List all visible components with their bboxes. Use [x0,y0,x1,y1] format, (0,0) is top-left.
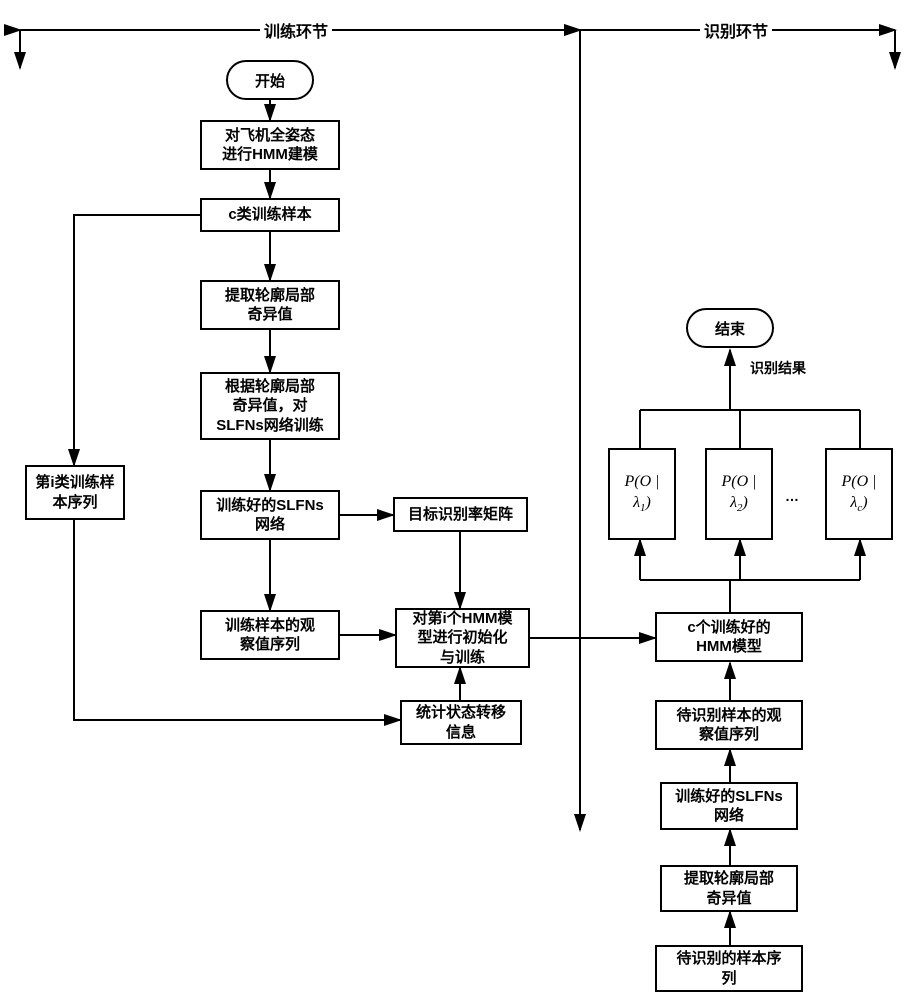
trained-slfns2-box: 训练好的SLFNs网络 [660,782,798,830]
result-label: 识别结果 [750,358,806,378]
test-seq-box: 待识别的样本序列 [655,945,803,992]
test-obs-seq-box: 待识别样本的观察值序列 [655,700,803,750]
train-slfns-box: 根据轮廓局部奇异值，对SLFNs网络训练 [200,372,340,440]
prob2-text: P(O | λ2) [713,472,765,515]
train-slfns-text: 根据轮廓局部奇异值，对SLFNs网络训练 [216,377,324,436]
probc-text: P(O | λc) [833,472,885,515]
end-label: 结束 [715,318,745,339]
class-i-seq-box: 第i类训练样本序列 [25,465,125,520]
extract-sv-box: 提取轮廓局部奇异值 [200,280,340,330]
start-label: 开始 [255,70,285,91]
test-obs-seq-text: 待识别样本的观察值序列 [676,706,781,745]
hmm-model-text: 对飞机全姿态进行HMM建模 [222,126,318,165]
state-trans-box: 统计状态转移信息 [400,700,522,745]
c-samples-text: c类训练样本 [228,205,311,225]
init-train-hmm-text: 对第i个HMM模型进行初始化与训练 [413,609,513,668]
init-train-hmm-box: 对第i个HMM模型进行初始化与训练 [395,608,530,668]
c-samples-box: c类训练样本 [200,198,340,232]
trained-slfns-box: 训练好的SLFNs网络 [200,490,340,540]
prob1-text: P(O | λ1) [616,472,668,515]
recog-matrix-text: 目标识别率矩阵 [408,505,513,525]
section-label-training: 训练环节 [260,18,332,42]
obs-seq-text: 训练样本的观察值序列 [225,616,315,655]
hmm-model-box: 对飞机全姿态进行HMM建模 [200,120,340,170]
start-terminator: 开始 [226,60,314,100]
obs-seq-box: 训练样本的观察值序列 [200,610,340,660]
c-hmm-box: c个训练好的HMM模型 [655,612,803,662]
state-trans-text: 统计状态转移信息 [416,703,506,742]
recog-matrix-box: 目标识别率矩阵 [393,497,528,532]
extract-sv2-box: 提取轮廓局部奇异值 [660,865,798,912]
prob1-box: P(O | λ1) [608,448,676,540]
extract-sv2-text: 提取轮廓局部奇异值 [684,869,774,908]
trained-slfns2-text: 训练好的SLFNs网络 [675,787,783,826]
trained-slfns-text: 训练好的SLFNs网络 [216,496,324,535]
section-label-recognition: 识别环节 [700,18,772,42]
probc-box: P(O | λc) [825,448,893,540]
test-seq-text: 待识别的样本序列 [676,949,781,988]
prob2-box: P(O | λ2) [705,448,773,540]
end-terminator: 结束 [686,308,774,348]
ellipsis: … [785,488,799,504]
c-hmm-text: c个训练好的HMM模型 [687,618,770,657]
extract-sv-text: 提取轮廓局部奇异值 [225,286,315,325]
class-i-seq-text: 第i类训练样本序列 [35,473,114,512]
